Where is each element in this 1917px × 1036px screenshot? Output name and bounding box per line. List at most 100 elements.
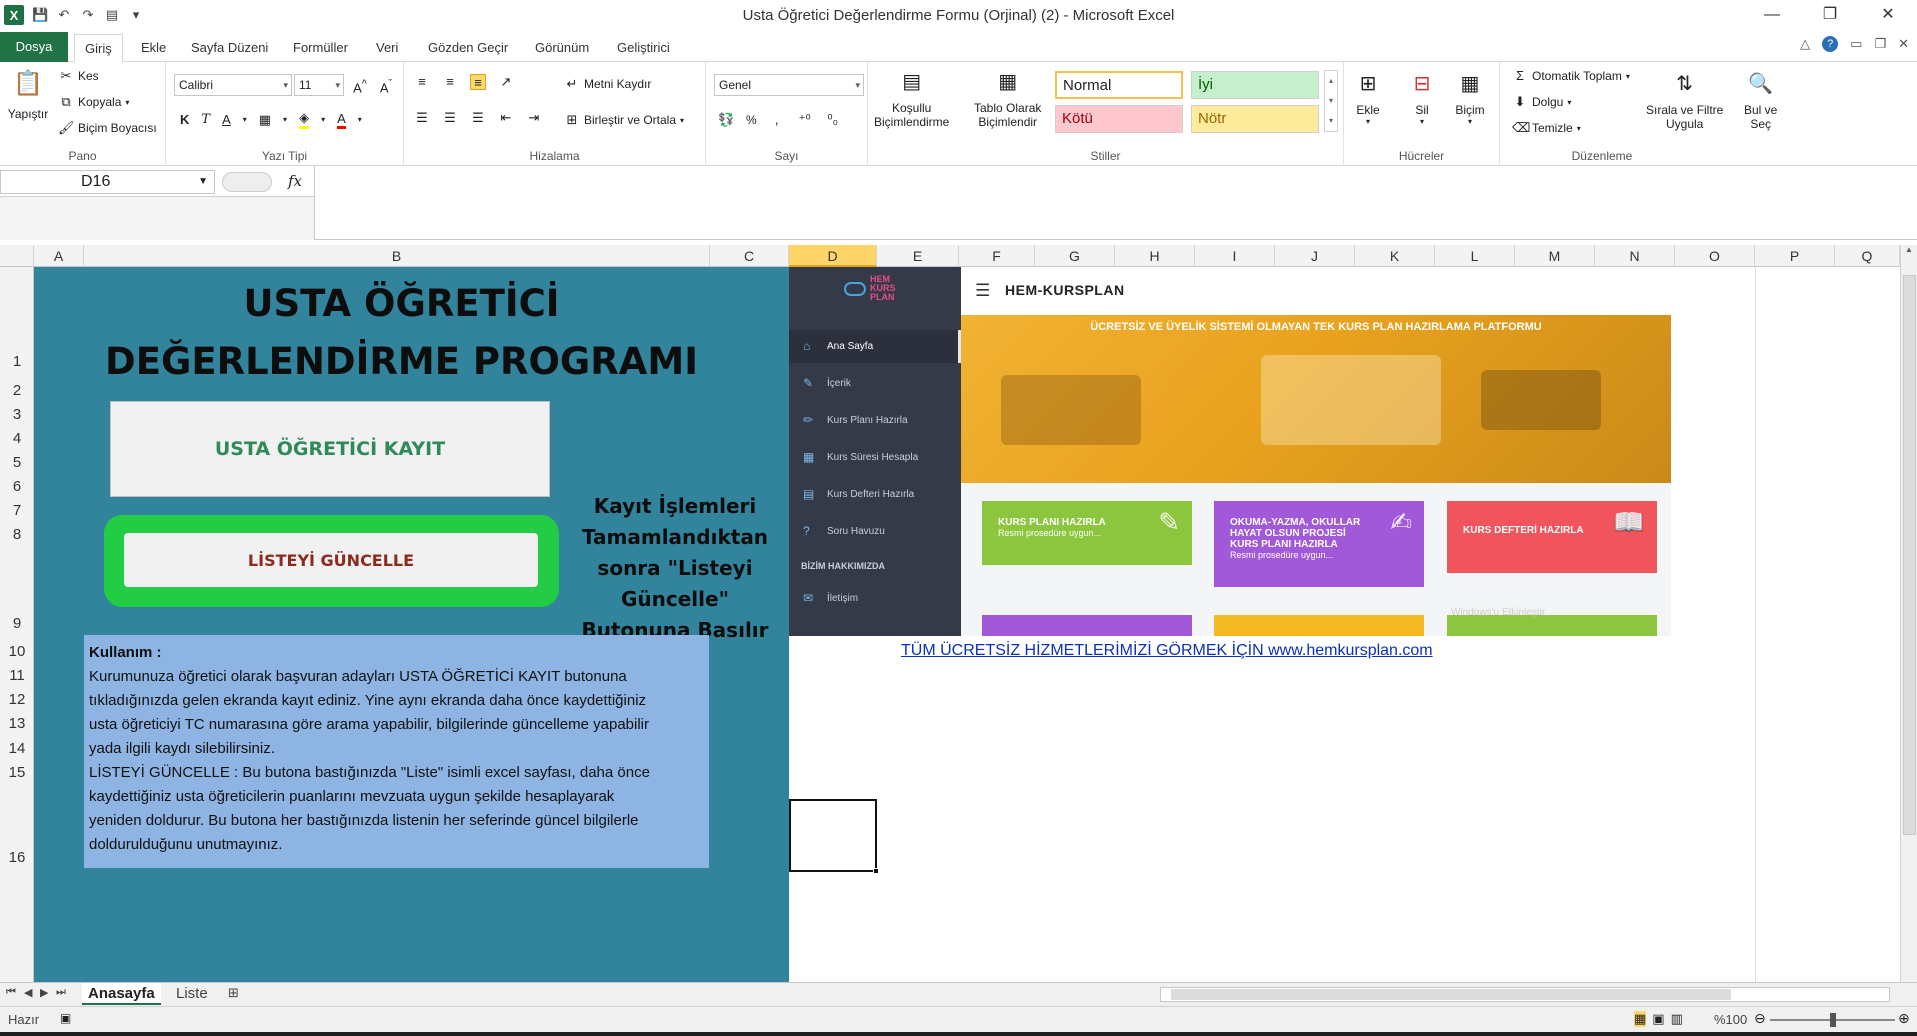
website-nav-content[interactable]: ✎ İçerik xyxy=(789,367,961,400)
autosum-button[interactable]: Σ Otomatik Toplam ▾ xyxy=(1512,68,1630,84)
style-normal[interactable]: Normal xyxy=(1055,71,1183,99)
workbook-close-icon[interactable]: ✕ xyxy=(1898,36,1909,52)
close-button[interactable]: ✕ xyxy=(1859,0,1917,30)
zoom-level[interactable]: %100 xyxy=(1714,1012,1747,1027)
row-header[interactable]: 11 xyxy=(0,667,34,684)
vertical-scroll-thumb[interactable] xyxy=(1903,275,1916,835)
column-header[interactable]: C xyxy=(710,245,789,267)
row-header[interactable]: 6 xyxy=(0,478,34,495)
row-header[interactable]: 14 xyxy=(0,740,34,757)
find-select-button[interactable]: 🔍 Bul ve Seç xyxy=(1744,68,1777,131)
row-header[interactable]: 10 xyxy=(0,643,34,660)
worksheet[interactable]: USTA ÖĞRETİCİ DEĞERLENDİRME PROGRAMI UST… xyxy=(34,267,1900,982)
website-nav-duration[interactable]: ▦ Kurs Süresi Hesapla xyxy=(789,441,961,474)
minimize-ribbon-icon[interactable]: △ xyxy=(1800,36,1810,52)
website-nav-contact[interactable]: ✉ İletişim xyxy=(789,582,961,615)
last-sheet-icon[interactable]: ⏭ xyxy=(56,986,66,999)
conditional-formatting-button[interactable]: ▤ Koşullu Biçimlendirme xyxy=(874,66,949,129)
comma-style-icon[interactable]: , xyxy=(769,112,785,128)
tab-formulas[interactable]: Formüller xyxy=(293,34,348,62)
column-header[interactable]: N xyxy=(1595,245,1675,267)
borders-icon[interactable]: ▦ xyxy=(259,112,271,128)
column-header[interactable]: A xyxy=(34,245,84,267)
increase-decimal-icon[interactable]: ⁺⁰ xyxy=(797,112,813,128)
zoom-in-icon[interactable]: ⊕ xyxy=(1898,1010,1910,1027)
wrap-text-button[interactable]: ↵ Metni Kaydır xyxy=(564,76,652,92)
website-card[interactable] xyxy=(982,615,1192,636)
column-header[interactable]: Q xyxy=(1835,245,1900,267)
insert-cells-button[interactable]: ⊞ Ekle ▾ xyxy=(1352,68,1384,126)
column-header-selected[interactable]: D xyxy=(789,245,877,267)
row-header[interactable]: 16 xyxy=(0,849,34,866)
website-nav-notebook[interactable]: ▤ Kurs Defteri Hazırla xyxy=(789,478,961,511)
hamburger-icon[interactable]: ☰ xyxy=(975,281,990,301)
tab-developer[interactable]: Geliştirici xyxy=(617,34,670,62)
format-as-table-button[interactable]: ▦ Tablo Olarak Biçimlendir xyxy=(974,66,1041,129)
horizontal-scrollbar[interactable] xyxy=(1160,987,1890,1002)
macro-record-icon[interactable]: ▣ xyxy=(60,1011,71,1025)
underline-icon[interactable]: A xyxy=(222,112,231,127)
restore-button[interactable]: ❐ xyxy=(1801,0,1859,30)
insert-function-button[interactable]: fx xyxy=(288,172,302,190)
minimize-button[interactable]: — xyxy=(1743,0,1801,30)
align-middle-icon[interactable]: ≡ xyxy=(442,74,458,90)
row-header[interactable]: 2 xyxy=(0,382,34,399)
name-box[interactable]: D16 ▼ xyxy=(0,170,215,194)
website-nav-course-plan[interactable]: ✏ Kurs Planı Hazırla xyxy=(789,404,961,437)
orientation-icon[interactable]: ↗ xyxy=(498,74,514,90)
percent-button[interactable]: % xyxy=(746,113,757,127)
workbook-restore-icon[interactable]: ❐ xyxy=(1874,36,1886,52)
column-header[interactable]: H xyxy=(1115,245,1195,267)
tab-data[interactable]: Veri xyxy=(376,34,398,62)
number-format-select[interactable]: Genel ▾ xyxy=(714,74,864,96)
horizontal-scroll-thumb[interactable] xyxy=(1171,989,1731,1000)
page-break-view-icon[interactable]: ▥ xyxy=(1671,1011,1683,1027)
tab-review[interactable]: Gözden Geçir xyxy=(428,34,508,62)
scroll-up-icon[interactable]: ▲ xyxy=(1901,245,1917,254)
align-top-icon[interactable]: ≡ xyxy=(414,74,430,90)
style-good[interactable]: İyi xyxy=(1191,71,1319,99)
prev-sheet-icon[interactable]: ◀ xyxy=(24,986,32,999)
row-header[interactable]: 1 xyxy=(0,353,34,370)
tab-view[interactable]: Görünüm xyxy=(535,34,589,62)
merge-center-button[interactable]: ⊞ Birleştir ve Ortala ▾ xyxy=(564,112,685,128)
help-icon[interactable]: ? xyxy=(1822,36,1839,52)
row-header[interactable]: 13 xyxy=(0,715,34,732)
align-bottom-icon[interactable]: ≡ xyxy=(470,74,486,90)
sort-filter-button[interactable]: ⇅ Sırala ve Filtre Uygula xyxy=(1646,68,1723,131)
column-header[interactable]: P xyxy=(1755,245,1835,267)
column-header[interactable]: L xyxy=(1435,245,1515,267)
website-card[interactable]: Windows'u Etkinleştir xyxy=(1447,607,1657,636)
row-header[interactable]: 9 xyxy=(0,615,34,632)
font-name-select[interactable]: Calibri ▾ xyxy=(174,74,292,96)
increase-indent-icon[interactable]: ⇥ xyxy=(526,110,542,126)
normal-view-icon[interactable]: ▦ xyxy=(1634,1011,1647,1027)
cut-button[interactable]: ✂ Kes xyxy=(58,68,99,84)
vertical-scrollbar[interactable]: ▲ xyxy=(1900,245,1917,982)
row-header[interactable]: 8 xyxy=(0,526,34,543)
font-color-icon[interactable]: A xyxy=(337,111,346,129)
decrease-decimal-icon[interactable]: ⁰₀ xyxy=(825,112,841,128)
align-left-icon[interactable]: ☰ xyxy=(414,110,430,126)
column-header[interactable]: B xyxy=(84,245,710,267)
website-card[interactable] xyxy=(1214,615,1424,636)
selected-cell-d16[interactable] xyxy=(789,799,879,874)
italic-icon[interactable]: T xyxy=(201,112,210,127)
website-link[interactable]: TÜM ÜCRETSİZ HİZMETLERİMİZİ GÖRMEK İÇİN … xyxy=(901,642,1433,660)
formula-input[interactable] xyxy=(314,166,1900,240)
row-header[interactable]: 15 xyxy=(0,764,34,781)
fill-handle[interactable] xyxy=(873,868,879,874)
clear-button[interactable]: ⌫ Temizle ▾ xyxy=(1512,120,1581,136)
styles-scroll[interactable]: ▴ ▾ ▾ xyxy=(1324,70,1338,132)
delete-cells-button[interactable]: ⊟ Sil ▾ xyxy=(1406,68,1438,126)
row-header[interactable]: 3 xyxy=(0,406,34,423)
column-header[interactable]: K xyxy=(1355,245,1435,267)
align-right-icon[interactable]: ☰ xyxy=(470,110,486,126)
zoom-slider[interactable] xyxy=(1770,1013,1895,1027)
column-header[interactable]: E xyxy=(877,245,959,267)
zoom-slider-knob[interactable] xyxy=(1830,1013,1836,1027)
decrease-indent-icon[interactable]: ⇤ xyxy=(498,110,514,126)
copy-button[interactable]: ⧉ Kopyala ▾ xyxy=(58,94,129,110)
format-cells-button[interactable]: ▦ Biçim ▾ xyxy=(1454,68,1486,126)
next-sheet-icon[interactable]: ▶ xyxy=(40,986,48,999)
